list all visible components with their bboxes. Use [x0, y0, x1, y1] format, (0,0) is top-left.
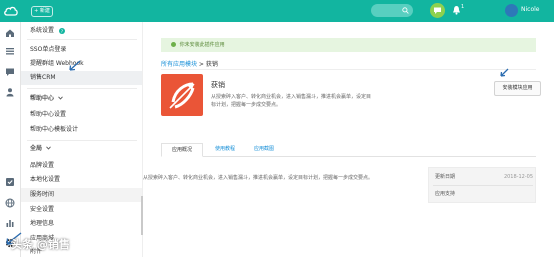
sidebar-item-localization[interactable]: 本地化设置	[21, 173, 142, 187]
notice-text: 你未安装此插件应用	[179, 42, 225, 48]
sidebar-item-security[interactable]: 安全设置	[21, 203, 142, 217]
sidebar-section-title: 系统设置 ?	[30, 27, 65, 34]
app-logo	[161, 74, 203, 116]
breadcrumb: 所有应用模块 > 获销	[161, 59, 218, 68]
new-button-label: + 新建	[34, 8, 50, 14]
new-button[interactable]: + 新建	[31, 6, 53, 17]
sidebar-item-webhook[interactable]: 提醒群组 Webhook	[21, 57, 142, 71]
left-icon-nav	[0, 22, 21, 257]
tab-bar: 应用概况 使用教程 应用截图	[161, 143, 536, 157]
watermark: 头条 @销售	[11, 238, 70, 251]
home-icon[interactable]	[5, 28, 15, 38]
sidebar-divider	[27, 39, 137, 40]
app-support-row: 应用支持	[435, 189, 533, 199]
app-detail-text: 从授索碎入客户、转化商业机会，进入销售漏斗，推进机会赢单，设定目标计划，把握每一…	[143, 175, 374, 181]
info-panel: 更新日期 2018-12-05 应用支持	[428, 167, 536, 203]
tab-tutorial[interactable]: 使用教程	[206, 143, 244, 157]
bell-icon[interactable]	[452, 5, 461, 15]
update-date-value: 2018-12-05	[503, 174, 533, 180]
list-icon[interactable]	[5, 46, 15, 56]
sidebar-item-help-settings[interactable]: 帮助中心设置	[21, 108, 142, 122]
breadcrumb-link[interactable]: 所有应用模块	[161, 61, 197, 68]
cloud-icon[interactable]	[3, 3, 19, 19]
install-app-button[interactable]: 安装模块应用	[494, 81, 541, 96]
bow-arrow-icon	[169, 82, 195, 109]
globe-icon[interactable]	[5, 198, 15, 208]
update-date-label: 更新日期	[435, 174, 456, 180]
notification-count: 1	[461, 4, 465, 10]
sidebar-group-global[interactable]: 全局	[21, 142, 142, 156]
chevron-down-icon	[58, 96, 63, 100]
notice-bar: 你未安装此插件应用	[161, 38, 536, 52]
chat-icon	[434, 7, 441, 14]
username[interactable]: Nicole	[521, 6, 539, 13]
main-content: 你未安装此插件应用 所有应用模块 > 获销 获销 从授索碎入客户、转化商业机会，…	[143, 22, 554, 257]
pointer-arrow-icon	[500, 68, 509, 77]
check-icon[interactable]	[5, 177, 15, 187]
breadcrumb-sep: >	[197, 61, 206, 68]
sidebar-group-help-center[interactable]: 帮助中心	[21, 92, 142, 106]
pointer-arrow-icon	[69, 60, 81, 71]
top-bar: + 新建 1 Nicole	[0, 0, 554, 22]
app-name: 获销	[211, 81, 225, 89]
sidebar-divider	[27, 88, 137, 89]
divider	[161, 69, 536, 70]
question-icon[interactable]: ?	[58, 27, 65, 34]
sidebar-item-help-template[interactable]: 帮助中心模板设计	[21, 123, 142, 137]
search-icon	[402, 7, 409, 14]
user-icon[interactable]	[5, 87, 15, 97]
tab-overview[interactable]: 应用概况	[161, 143, 203, 157]
app-support-label[interactable]: 应用支持	[435, 191, 455, 197]
chat-button[interactable]	[430, 3, 445, 18]
update-date-row: 更新日期 2018-12-05	[435, 172, 533, 182]
sidebar-item-crm[interactable]: 销售CRM	[21, 71, 142, 85]
search-input[interactable]	[371, 4, 413, 17]
sidebar-item-brand[interactable]: 品牌设置	[21, 159, 142, 173]
sidebar-item-geo[interactable]: 地理信息	[21, 217, 142, 231]
settings-sidebar: 系统设置 ? SSO单点登录 提醒群组 Webhook 销售CRM 帮助中心 帮…	[21, 22, 143, 257]
message-icon[interactable]	[5, 67, 15, 77]
avatar[interactable]	[505, 4, 518, 17]
chevron-down-icon	[46, 146, 51, 150]
sidebar-item-service-hours[interactable]: 服务时间	[21, 188, 142, 202]
panel-divider	[433, 185, 533, 186]
sidebar-item-sso[interactable]: SSO单点登录	[21, 43, 142, 57]
check-circle-icon	[171, 42, 176, 47]
breadcrumb-current: 获销	[205, 61, 218, 68]
tab-screenshots[interactable]: 应用截图	[245, 143, 283, 157]
app-description: 从授索碎入客户、转化商业机会，进入销售漏斗，推进机会赢单，设定目标计划，把握每一…	[211, 94, 372, 108]
bar-chart-icon[interactable]	[5, 218, 15, 228]
sidebar-divider	[27, 140, 137, 141]
